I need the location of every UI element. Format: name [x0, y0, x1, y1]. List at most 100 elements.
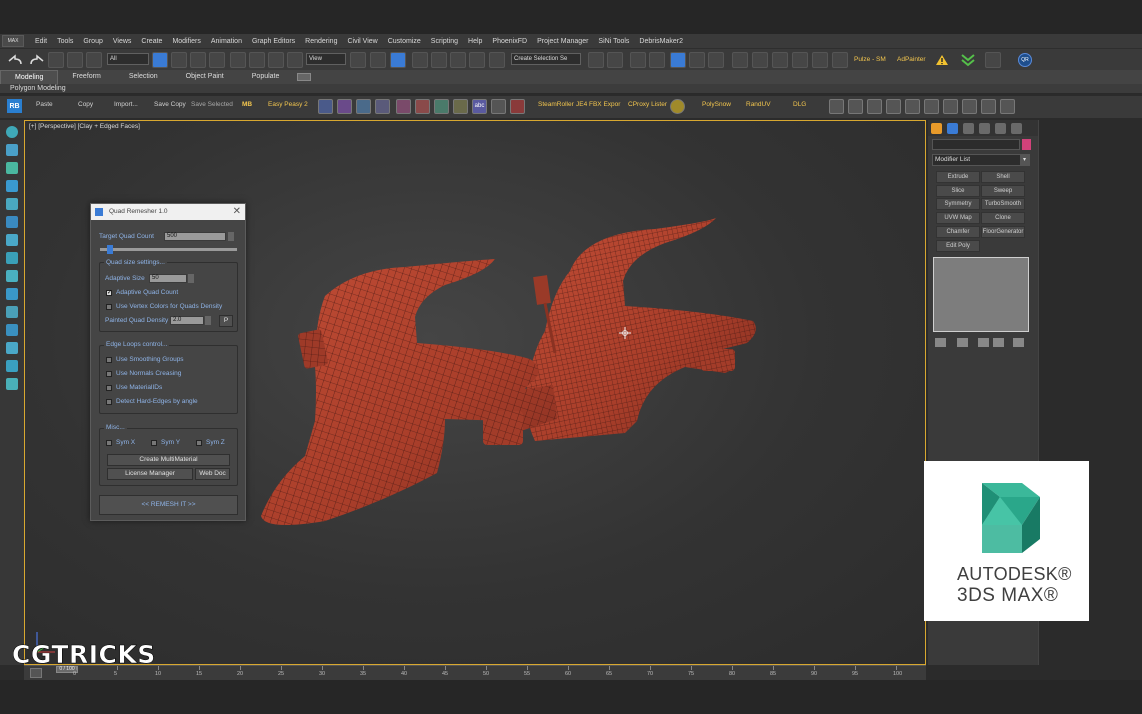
polysnow-button[interactable]: PolySnow: [702, 101, 731, 108]
sini-icon-9[interactable]: [981, 99, 996, 114]
cproxy-lister-button[interactable]: CProxy Lister: [628, 101, 667, 108]
tab-populate[interactable]: Populate: [238, 70, 294, 84]
randuv-button[interactable]: RandUV: [746, 101, 771, 108]
menu-item-rendering[interactable]: Rendering: [300, 38, 342, 45]
tool-icon-1[interactable]: [318, 99, 333, 114]
select-by-name-icon[interactable]: [171, 52, 187, 68]
material-editor-icon[interactable]: [708, 52, 724, 68]
hierarchy-tab-icon[interactable]: [963, 123, 974, 134]
tool-strip-icon-2[interactable]: [6, 144, 18, 156]
display-tab-icon[interactable]: [995, 123, 1006, 134]
menu-item-create[interactable]: Create: [136, 38, 167, 45]
target-count-slider-handle[interactable]: [107, 245, 113, 254]
menu-item-views[interactable]: Views: [108, 38, 137, 45]
schematic-view-icon[interactable]: [689, 52, 705, 68]
tool-strip-icon-4[interactable]: [6, 180, 18, 192]
move-icon[interactable]: [230, 52, 246, 68]
tool-strip-icon-6[interactable]: [6, 216, 18, 228]
dialog-titlebar[interactable]: Quad Remesher 1.0 ✕: [91, 204, 245, 220]
tool-strip-icon-11[interactable]: [6, 306, 18, 318]
select-manipulate-icon[interactable]: [370, 52, 386, 68]
steamroller-button[interactable]: SteamRoller: [538, 101, 574, 108]
tool-icon-10[interactable]: [510, 99, 525, 114]
close-icon[interactable]: ✕: [233, 205, 241, 219]
render-in-cloud-icon[interactable]: [812, 52, 828, 68]
selection-filter-select[interactable]: All: [107, 53, 149, 65]
modifier-stack[interactable]: [933, 257, 1029, 332]
tool-strip-icon-10[interactable]: [6, 288, 18, 300]
tool-icon-2[interactable]: [337, 99, 352, 114]
show-end-result-icon[interactable]: [957, 338, 968, 347]
snaps-toggle-icon[interactable]: [412, 52, 428, 68]
rotate-icon[interactable]: [249, 52, 265, 68]
chevron-down-icon[interactable]: [960, 53, 976, 67]
target-count-spinner[interactable]: [228, 232, 234, 241]
use-normals-checkbox[interactable]: [106, 371, 112, 377]
modifier-button-shell[interactable]: Shell: [981, 171, 1025, 183]
mirror-icon[interactable]: [588, 52, 604, 68]
tab-modeling[interactable]: Modeling: [0, 70, 59, 84]
modifier-button-symmetry[interactable]: Symmetry: [936, 198, 980, 210]
paste-button[interactable]: Paste: [36, 101, 53, 108]
render-iterative-icon[interactable]: [792, 52, 808, 68]
menu-item-project-manager[interactable]: Project Manager: [532, 38, 593, 45]
tool-strip-icon-15[interactable]: [6, 378, 18, 390]
sini-icon-8[interactable]: [962, 99, 977, 114]
web-doc-button[interactable]: Web Doc: [195, 468, 230, 480]
tool-icon-6[interactable]: [415, 99, 430, 114]
remesh-button[interactable]: << REMESH IT >>: [99, 495, 238, 515]
modifier-button-sweep[interactable]: Sweep: [981, 185, 1025, 197]
modifier-button-turbosmooth[interactable]: TurboSmooth: [981, 198, 1025, 210]
import-button[interactable]: Import...: [114, 101, 138, 108]
edit-named-selection-icon[interactable]: [489, 52, 505, 68]
tab-freeform[interactable]: Freeform: [58, 70, 114, 84]
pin-stack-icon[interactable]: [935, 338, 946, 347]
menu-item-edit[interactable]: Edit: [30, 38, 52, 45]
tab-object-paint[interactable]: Object Paint: [172, 70, 238, 84]
sun-icon[interactable]: [670, 99, 685, 114]
use-smoothing-checkbox[interactable]: [106, 357, 112, 363]
target-count-slider-track[interactable]: [100, 248, 237, 251]
render-production-icon[interactable]: [772, 52, 788, 68]
mb-button[interactable]: MB: [242, 101, 252, 108]
toolbar-extra-icon[interactable]: [985, 52, 1001, 68]
sini-icon-5[interactable]: [905, 99, 920, 114]
tool-strip-icon-5[interactable]: [6, 198, 18, 210]
adpainter-button[interactable]: AdPainter: [897, 56, 926, 63]
tool-strip-icon-12[interactable]: [6, 324, 18, 336]
remove-modifier-icon[interactable]: [993, 338, 1004, 347]
use-vertex-colors-checkbox[interactable]: [106, 304, 112, 310]
tool-strip-icon-8[interactable]: [6, 252, 18, 264]
link-icon[interactable]: [48, 52, 64, 68]
tool-strip-icon-3[interactable]: [6, 162, 18, 174]
modify-tab-icon[interactable]: [947, 123, 958, 134]
select-object-icon[interactable]: [152, 52, 168, 68]
percent-snap-icon[interactable]: [450, 52, 466, 68]
motion-tab-icon[interactable]: [979, 123, 990, 134]
timeline[interactable]: 0 / 100 0 5 10 15 20 25 30 35 40 45 50 55 60 65 70 75 80…: [24, 665, 926, 680]
sym-x-checkbox[interactable]: [106, 440, 112, 446]
adaptive-size-input[interactable]: 50: [149, 274, 187, 283]
menu-item-group[interactable]: Group: [78, 38, 107, 45]
painted-density-spinner[interactable]: [205, 316, 211, 325]
modifier-button-slice[interactable]: Slice: [936, 185, 980, 197]
tab-selection[interactable]: Selection: [115, 70, 172, 84]
align-icon[interactable]: [607, 52, 623, 68]
curve-editor-icon[interactable]: [670, 52, 686, 68]
pulze-button[interactable]: Pulze - SM: [854, 56, 886, 63]
tool-icon-9[interactable]: [491, 99, 506, 114]
timeline-config-icon[interactable]: [30, 668, 42, 678]
menu-item-modifiers[interactable]: Modifiers: [167, 38, 205, 45]
menu-item-graph-editors[interactable]: Graph Editors: [247, 38, 300, 45]
reference-coordinate-select[interactable]: View: [306, 53, 346, 65]
detect-hard-edges-checkbox[interactable]: [106, 399, 112, 405]
create-multimaterial-button[interactable]: Create MultiMaterial: [107, 454, 230, 466]
angle-snap-icon[interactable]: [431, 52, 447, 68]
easy-peasy-button[interactable]: Easy Peasy 2: [268, 101, 308, 108]
place-icon[interactable]: [287, 52, 303, 68]
modifier-list-dropdown[interactable]: Modifier List ▾: [932, 154, 1030, 166]
menu-item-help[interactable]: Help: [463, 38, 487, 45]
save-selected-button[interactable]: Save Selected: [191, 101, 233, 108]
undo-redo-icon[interactable]: [6, 53, 46, 67]
spinner-snap-icon[interactable]: [469, 52, 485, 68]
